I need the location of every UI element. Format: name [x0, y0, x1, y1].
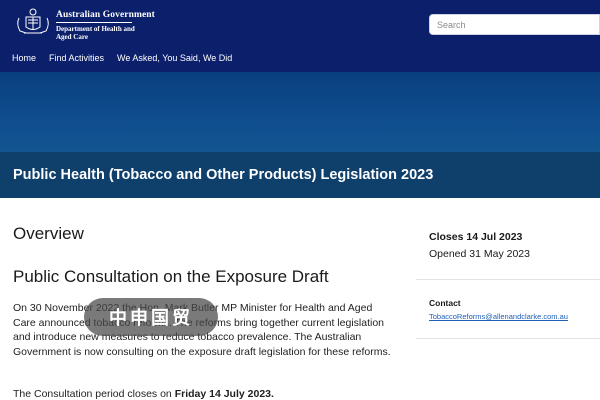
sidebar-divider — [416, 279, 600, 280]
site-header: Australian Government Department of Heal… — [0, 0, 600, 72]
overview-heading: Overview — [13, 224, 84, 243]
contact-email-link[interactable]: TobaccoReforms@allenandclarke.com.au — [429, 312, 568, 321]
closing-date: Friday 14 July 2023. — [174, 388, 274, 400]
government-title: Australian Government — [56, 10, 155, 20]
main-content: Overview — [13, 224, 398, 244]
watermark-overlay: 中申国贸 — [84, 298, 218, 336]
opened-date: Opened 31 May 2023 — [429, 248, 530, 260]
branding-divider — [56, 22, 132, 23]
government-branding[interactable]: Australian Government Department of Heal… — [56, 10, 155, 41]
closes-date: Closes 14 Jul 2023 — [429, 231, 523, 243]
nav-item-find-activities[interactable]: Find Activities — [49, 53, 104, 63]
department-name: Department of Health and Aged Care — [56, 25, 135, 41]
coat-of-arms-icon — [17, 8, 49, 34]
nav-item-we-asked[interactable]: We Asked, You Said, We Did — [117, 53, 232, 63]
hero-banner — [0, 72, 600, 152]
consultation-heading: Public Consultation on the Exposure Draf… — [13, 267, 329, 286]
closing-statement: The Consultation period closes on Friday… — [13, 388, 274, 400]
main-nav: Home Find Activities We Asked, You Said,… — [12, 53, 232, 63]
page-title: Public Health (Tobacco and Other Product… — [13, 167, 434, 183]
search-input[interactable] — [429, 14, 600, 35]
closing-prefix: The Consultation period closes on — [13, 388, 175, 400]
sidebar-divider — [416, 338, 600, 339]
contact-label: Contact — [429, 298, 461, 308]
nav-item-home[interactable]: Home — [12, 53, 36, 63]
